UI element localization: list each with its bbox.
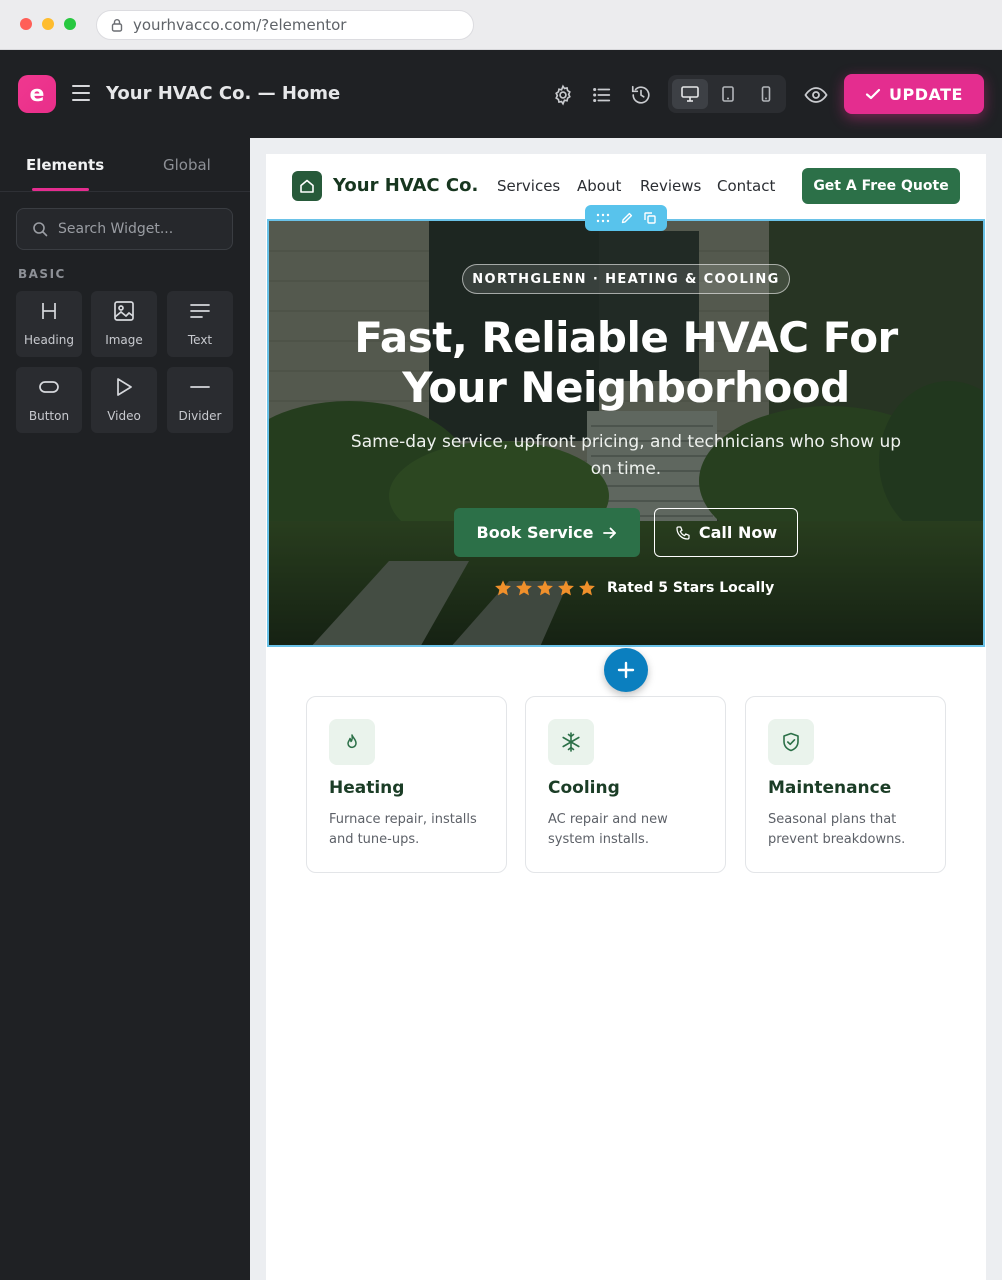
editor-topbar: e Your HVAC Co. — Home UPDATE: [0, 50, 1002, 138]
widget-divider[interactable]: Divider: [167, 367, 233, 433]
drag-handle-icon[interactable]: [596, 213, 610, 223]
widget-image[interactable]: Image: [91, 291, 157, 357]
update-label: UPDATE: [889, 84, 963, 104]
history-icon[interactable]: [629, 83, 653, 107]
nav-reviews[interactable]: Reviews: [640, 177, 701, 195]
mobile-icon: [761, 86, 771, 102]
rating-text: Rated 5 Stars Locally: [607, 580, 775, 596]
star-icon: [558, 580, 574, 596]
hero-subtitle: Same-day service, upfront pricing, and t…: [350, 432, 902, 479]
widget-search-input[interactable]: [58, 221, 218, 237]
maximize-window-button[interactable]: [64, 18, 76, 30]
widget-label: Image: [105, 333, 143, 347]
call-now-label: Call Now: [698, 523, 778, 542]
tab-elements[interactable]: Elements: [26, 156, 104, 174]
arrow-right-icon: [603, 527, 617, 538]
house-icon: [300, 179, 314, 193]
lock-icon: [111, 19, 123, 32]
star-rating: [494, 579, 596, 597]
section-toolbar: [585, 205, 667, 231]
document-title: Your HVAC Co. — Home: [106, 83, 341, 104]
widget-video[interactable]: Video: [91, 367, 157, 433]
shield-check-icon: [768, 719, 814, 765]
book-service-button[interactable]: Book Service: [454, 508, 640, 557]
elementor-logo[interactable]: e: [18, 75, 56, 113]
hero-eyebrow: NORTHGLENN · HEATING & COOLING: [462, 264, 790, 294]
widgets-panel: Elements Global BASIC Heading Image Text…: [0, 138, 250, 1280]
minimize-window-button[interactable]: [42, 18, 54, 30]
widget-label: Text: [187, 333, 213, 347]
preview-eye-icon[interactable]: [804, 83, 828, 107]
site-logo[interactable]: [292, 171, 322, 201]
service-card-heating[interactable]: Heating Furnace repair, installs and tun…: [306, 696, 507, 873]
snowflake-icon: [548, 719, 594, 765]
widget-search[interactable]: [16, 208, 233, 250]
divider-icon: [189, 375, 211, 399]
menu-icon[interactable]: [72, 85, 90, 101]
address-bar[interactable]: yourhvacco.com/?elementor: [96, 10, 474, 40]
plus-icon: [617, 661, 635, 679]
heading-icon: [39, 299, 59, 323]
nav-contact[interactable]: Contact: [717, 177, 775, 195]
widget-label: Divider: [178, 409, 222, 423]
mobile-view-button[interactable]: [748, 79, 784, 109]
call-now-button[interactable]: Call Now: [654, 508, 798, 557]
service-description: Furnace repair, installs and tune-ups.: [329, 812, 477, 847]
desktop-view-button[interactable]: [672, 79, 708, 109]
star-icon: [495, 580, 511, 596]
tabs-divider: [0, 191, 250, 192]
star-icon: [579, 580, 595, 596]
nav-about[interactable]: About: [577, 177, 621, 195]
close-window-button[interactable]: [20, 18, 32, 30]
free-quote-button[interactable]: Get A Free Quote: [802, 168, 960, 204]
service-description: AC repair and new system installs.: [548, 812, 668, 847]
tab-global[interactable]: Global: [163, 156, 211, 174]
widget-label: Video: [107, 409, 141, 423]
search-icon: [33, 222, 48, 237]
service-title: Maintenance: [768, 778, 892, 798]
device-switcher: [668, 75, 786, 113]
update-button[interactable]: UPDATE: [844, 74, 984, 114]
tablet-view-button[interactable]: [710, 79, 746, 109]
settings-icon[interactable]: [551, 83, 575, 107]
text-icon: [189, 299, 211, 323]
service-description: Seasonal plans that prevent breakdowns.: [768, 812, 906, 847]
hero-title: Fast, Reliable HVAC For Your Neighborhoo…: [354, 313, 898, 412]
browser-toolbar: yourhvacco.com/?elementor: [0, 0, 1002, 50]
widget-heading[interactable]: Heading: [16, 291, 82, 357]
tablet-icon: [722, 86, 734, 102]
nav-services[interactable]: Services: [497, 177, 560, 195]
video-icon: [115, 375, 133, 399]
star-icon: [516, 580, 532, 596]
section-label-basic: BASIC: [18, 267, 66, 281]
duplicate-icon[interactable]: [644, 212, 656, 224]
phone-icon: [676, 525, 690, 540]
service-title: Heating: [329, 778, 405, 798]
structure-icon[interactable]: [590, 83, 614, 107]
widget-label: Button: [28, 409, 70, 423]
edit-pencil-icon[interactable]: [621, 212, 633, 224]
widget-text[interactable]: Text: [167, 291, 233, 357]
desktop-icon: [681, 86, 699, 102]
button-icon: [38, 375, 60, 399]
check-icon: [865, 88, 881, 100]
site-name[interactable]: Your HVAC Co.: [333, 175, 478, 196]
widget-label: Heading: [24, 333, 74, 347]
add-section-button[interactable]: [604, 648, 648, 692]
service-card-maintenance[interactable]: Maintenance Seasonal plans that prevent …: [745, 696, 946, 873]
book-service-label: Book Service: [476, 523, 594, 542]
flame-icon: [329, 719, 375, 765]
service-card-cooling[interactable]: Cooling AC repair and new system install…: [525, 696, 726, 873]
image-icon: [113, 299, 135, 323]
service-title: Cooling: [548, 778, 620, 798]
star-icon: [537, 580, 553, 596]
url-text: yourhvacco.com/?elementor: [133, 16, 347, 34]
widget-button[interactable]: Button: [16, 367, 82, 433]
